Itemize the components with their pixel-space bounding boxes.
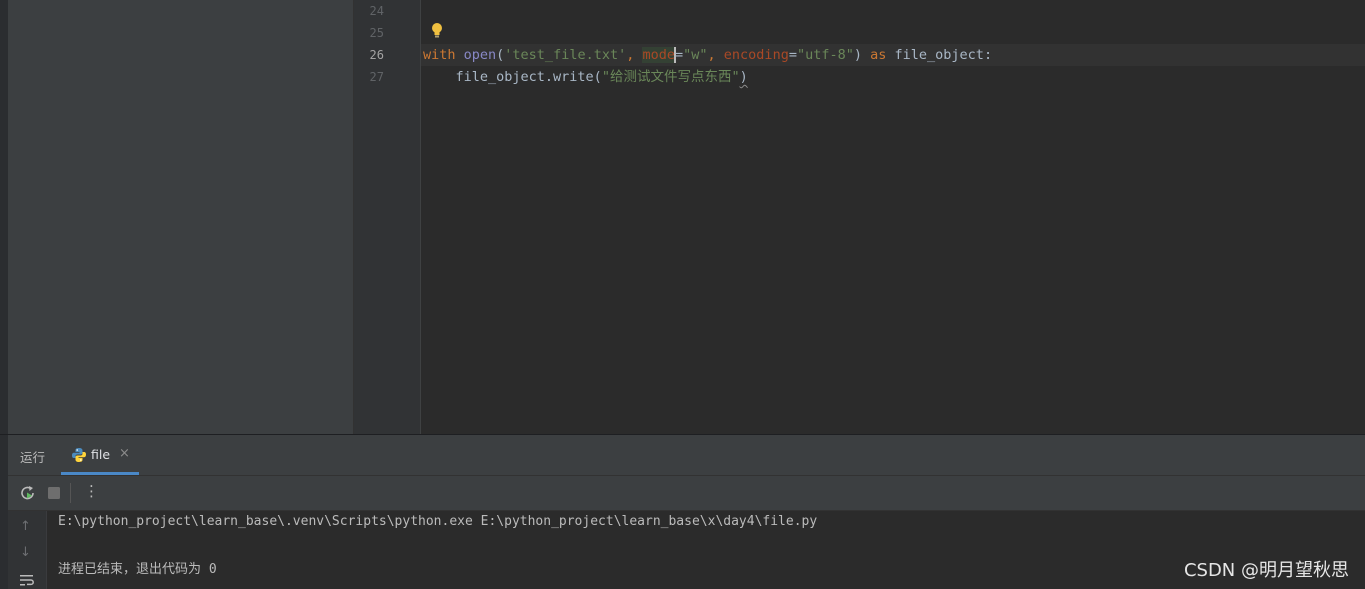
tab-label: file bbox=[91, 447, 111, 462]
python-icon bbox=[72, 448, 86, 462]
run-tab-bar: 运行 file × bbox=[8, 435, 1365, 476]
close-icon[interactable]: × bbox=[119, 446, 130, 461]
code-line-27[interactable]: file_object.write("给测试文件写点东西") bbox=[423, 66, 748, 88]
run-tool-window: 运行 file × ⋮ ↑ ↓ E:\python_project\learn_… bbox=[0, 434, 1365, 589]
line-number: 24 bbox=[369, 4, 384, 18]
watermark: CSDN @明月望秋思 bbox=[1183, 560, 1349, 581]
keyword-as: as bbox=[870, 47, 887, 63]
run-toolbar: ⋮ bbox=[8, 476, 1365, 511]
keyword-with: with bbox=[423, 47, 464, 63]
code-line-26[interactable]: with open('test_file.txt', mode="w", enc… bbox=[423, 44, 992, 66]
line-number: 25 bbox=[369, 26, 384, 40]
scroll-down-icon[interactable]: ↓ bbox=[20, 545, 31, 560]
equals: = bbox=[788, 47, 797, 63]
paren-close: ) bbox=[739, 69, 748, 85]
string-filename: 'test_file.txt' bbox=[504, 47, 627, 63]
write-call: file_object.write( bbox=[423, 69, 602, 85]
param-mode: mode bbox=[642, 47, 675, 63]
tab-file[interactable]: file × bbox=[61, 435, 139, 475]
rerun-icon[interactable] bbox=[18, 483, 38, 503]
stop-icon[interactable] bbox=[44, 483, 64, 503]
equals: = bbox=[675, 47, 684, 63]
comma: , bbox=[626, 47, 643, 63]
line-number-gutter: 24 25 26 27 bbox=[354, 0, 421, 434]
string-mode: "w" bbox=[683, 47, 708, 63]
line-number: 27 bbox=[369, 70, 384, 84]
string-encoding: "utf-8" bbox=[796, 47, 854, 63]
code-editor[interactable]: 24 25 26 27 with open('test_file.txt', m… bbox=[354, 0, 1365, 434]
console-output[interactable]: E:\python_project\learn_base\.venv\Scrip… bbox=[47, 511, 1365, 589]
builtin-open: open bbox=[463, 47, 497, 63]
toolbar-separator bbox=[70, 483, 71, 503]
paren-close: ) bbox=[853, 47, 871, 63]
console-command-line: E:\python_project\learn_base\.venv\Scrip… bbox=[58, 514, 818, 529]
console-exit-message: 进程已结束，退出代码为 0 bbox=[58, 562, 217, 577]
param-encoding: encoding bbox=[723, 47, 789, 63]
line-number: 26 bbox=[369, 48, 384, 62]
scroll-up-icon[interactable]: ↑ bbox=[20, 519, 31, 534]
variable-file-object: file_object: bbox=[886, 47, 993, 63]
string-content: "给测试文件写点东西" bbox=[601, 69, 740, 85]
console-side-toolbar: ↑ ↓ bbox=[8, 511, 47, 589]
lightbulb-icon[interactable] bbox=[430, 22, 444, 40]
soft-wrap-icon[interactable] bbox=[19, 573, 35, 587]
run-panel-title: 运行 bbox=[20, 450, 46, 465]
comma: , bbox=[707, 47, 724, 63]
project-pane[interactable] bbox=[8, 0, 354, 434]
more-options-icon[interactable]: ⋮ bbox=[84, 482, 99, 500]
